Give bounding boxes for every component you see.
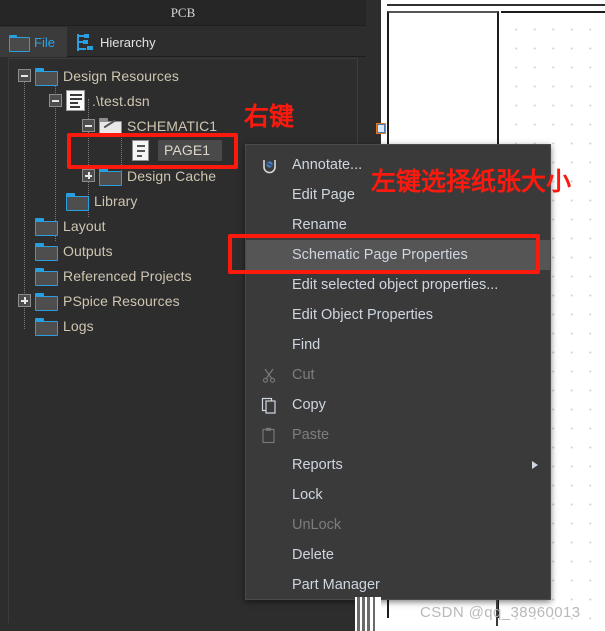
menu-item-label: Delete [292, 546, 334, 563]
menu-item-unlock: UnLock [246, 510, 550, 540]
tree-item-design-resources[interactable]: Design Resources [9, 63, 357, 88]
menu-item-label: Annotate... [292, 156, 363, 173]
collapse-toggle-icon[interactable] [49, 94, 62, 107]
menu-item-edit-selected-object-properties[interactable]: Edit selected object properties... [246, 270, 550, 300]
menu-item-copy[interactable]: Copy [246, 390, 550, 420]
tab-file-label: File [34, 34, 55, 50]
menu-item-label: Edit selected object properties... [292, 276, 499, 293]
menu-item-label: Edit Page [292, 186, 355, 203]
tree-item-test-dsn[interactable]: .\test.dsn [9, 88, 357, 113]
tree-item-label: Outputs [63, 242, 113, 259]
app-window: PCB File Hierarchy Design Resources .\te… [0, 0, 605, 631]
folder-icon [35, 267, 58, 286]
menu-item-label: Edit Object Properties [292, 306, 434, 323]
scissors-icon [258, 364, 280, 386]
menu-item-edit-object-properties[interactable]: Edit Object Properties [246, 300, 550, 330]
tree-item-label: PSpice Resources [63, 292, 180, 309]
dsn-file-icon [66, 90, 85, 111]
folder-icon [35, 67, 58, 86]
tree-item-label: PAGE1 [158, 140, 223, 161]
tab-hierarchy-label: Hierarchy [99, 34, 156, 50]
panel-tab-bar: File Hierarchy [0, 27, 366, 57]
chevron-right-icon [532, 461, 538, 469]
menu-item-label: Paste [292, 426, 330, 443]
menu-item-part-manager[interactable]: Part Manager [246, 570, 550, 600]
menu-item-reports[interactable]: Reports [246, 450, 550, 480]
folder-icon [9, 34, 30, 52]
menu-item-lock[interactable]: Lock [246, 480, 550, 510]
collapse-toggle-icon[interactable] [82, 119, 95, 132]
collapse-toggle-icon[interactable] [18, 69, 31, 82]
folder-icon [66, 192, 89, 211]
menu-item-schematic-page-properties[interactable]: Schematic Page Properties [246, 240, 550, 270]
folder-icon [35, 317, 58, 336]
menu-item-label: Reports [292, 456, 343, 473]
folder-icon [35, 217, 58, 236]
menu-item-label: Lock [292, 486, 323, 503]
hierarchy-icon [76, 33, 94, 51]
menu-item-label: Schematic Page Properties [292, 246, 468, 263]
bottom-scroll-strip[interactable] [355, 597, 381, 631]
annotation-paper-size: 左键选择纸张大小 [371, 167, 572, 196]
menu-item-label: Copy [292, 396, 326, 413]
schematic-folder-icon [99, 117, 122, 136]
page-icon [132, 140, 149, 161]
expand-toggle-icon[interactable] [18, 294, 31, 307]
page-title: PCB [170, 4, 196, 20]
folder-icon [35, 242, 58, 261]
watermark-text: CSDN @qq_38960013 [420, 604, 581, 621]
menu-item-label: UnLock [292, 516, 342, 533]
expand-toggle-icon[interactable] [82, 169, 95, 182]
copy-icon [258, 394, 280, 416]
tree-item-label: Design Resources [63, 67, 179, 84]
folder-icon [35, 292, 58, 311]
menu-item-paste: Paste [246, 420, 550, 450]
annotation-right-click: 右键 [244, 102, 295, 131]
tree-item-schematic1[interactable]: SCHEMATIC1 [9, 113, 357, 138]
tree-item-label: SCHEMATIC1 [127, 117, 218, 134]
tab-file[interactable]: File [0, 27, 67, 57]
menu-item-delete[interactable]: Delete [246, 540, 550, 570]
context-menu[interactable]: Annotate... Edit Page Rename Schematic P… [245, 144, 551, 600]
page-resize-handle[interactable] [376, 123, 386, 134]
menu-item-label: Rename [292, 216, 347, 233]
menu-item-label: Cut [292, 366, 315, 383]
tree-item-label: Design Cache [127, 167, 217, 184]
tree-item-label: Logs [63, 317, 94, 334]
annotate-icon [258, 154, 280, 176]
menu-item-label: Find [292, 336, 321, 353]
menu-item-rename[interactable]: Rename [246, 210, 550, 240]
tree-item-label: .\test.dsn [92, 92, 150, 109]
tree-item-label: Referenced Projects [63, 267, 192, 284]
paste-icon [258, 424, 280, 446]
tab-hierarchy[interactable]: Hierarchy [67, 27, 168, 57]
menu-item-label: Part Manager [292, 576, 380, 593]
folder-icon [99, 167, 122, 186]
menu-item-cut: Cut [246, 360, 550, 390]
tree-item-label: Library [94, 192, 138, 209]
menu-item-find[interactable]: Find [246, 330, 550, 360]
tree-item-label: Layout [63, 217, 106, 234]
panel-title-bar: PCB [0, 0, 366, 26]
